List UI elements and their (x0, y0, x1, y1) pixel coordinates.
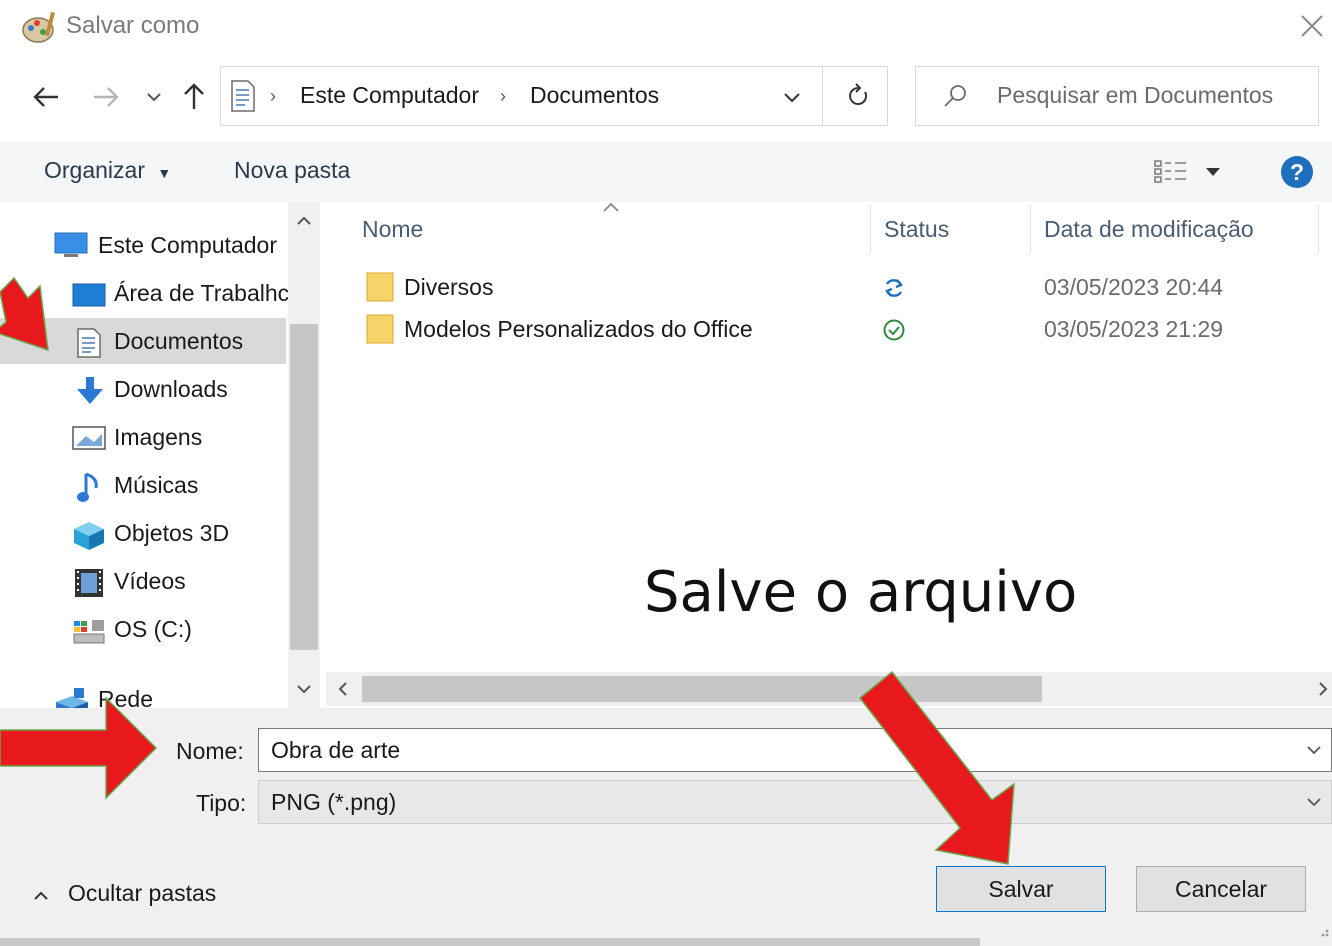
column-divider (1318, 204, 1319, 254)
title-bar (0, 0, 1332, 56)
view-options-icon[interactable] (1154, 158, 1188, 186)
objects-3d-icon (72, 520, 104, 550)
synced-check-icon (882, 318, 906, 342)
sidebar-item-objetos-3d[interactable]: Objetos 3D (0, 510, 286, 556)
pictures-icon (72, 424, 106, 452)
computer-icon (54, 232, 88, 260)
file-date: 03/05/2023 21:29 (1044, 316, 1224, 342)
recent-locations-chevron-icon[interactable] (142, 85, 166, 109)
filetype-value: PNG (*.png) (271, 789, 397, 815)
sidebar-item-label: Músicas (114, 472, 199, 498)
sidebar-item-label: Área de Trabalhc (114, 280, 290, 306)
caret-down-icon: ▼ (157, 165, 172, 181)
window-bottom-edge (0, 938, 980, 946)
sidebar-item-label: OS (C:) (114, 616, 192, 642)
scroll-down-chevron-icon[interactable] (292, 680, 316, 700)
hide-folders-button[interactable]: Ocultar pastas (68, 880, 216, 907)
address-dropdown-chevron-icon[interactable] (780, 85, 804, 109)
name-label: Nome: (176, 738, 244, 764)
paint-app-icon (22, 10, 58, 44)
sidebar-item-label: Este Computador (98, 232, 277, 258)
view-options-caret-icon[interactable] (1204, 164, 1222, 180)
filetype-chevron-icon[interactable] (1303, 791, 1325, 813)
refresh-icon[interactable] (844, 82, 872, 110)
documents-icon (230, 80, 256, 112)
filename-input[interactable]: Obra de arte (258, 728, 1332, 772)
organize-label: Organizar (44, 157, 145, 183)
sidebar-item-label: Objetos 3D (114, 520, 230, 546)
column-divider (870, 204, 871, 254)
tutorial-annotation-text: Salve o arquivo (644, 560, 1078, 625)
folder-icon (366, 314, 394, 344)
desktop-icon (72, 280, 106, 308)
sidebar-item-este-computador[interactable]: Este Computador (0, 222, 286, 268)
drive-icon (72, 616, 105, 644)
breadcrumb-separator-icon: › (270, 86, 276, 106)
search-icon (940, 81, 970, 111)
folder-icon (366, 272, 394, 302)
column-header-data-modificacao[interactable]: Data de modificação (1044, 216, 1254, 243)
column-header-status[interactable]: Status (884, 216, 949, 243)
address-divider (822, 66, 823, 126)
filename-value: Obra de arte (271, 737, 401, 763)
breadcrumb-documentos[interactable]: Documentos (530, 82, 659, 109)
search-input[interactable]: Pesquisar em Documentos (997, 82, 1273, 109)
scroll-left-chevron-icon[interactable] (332, 678, 354, 700)
sidebar-scrollbar-thumb[interactable] (290, 324, 318, 650)
resize-grip-icon[interactable] (1314, 922, 1330, 938)
sidebar-item-label: Documentos (114, 328, 244, 354)
sidebar-item-downloads[interactable]: Downloads (0, 366, 286, 412)
red-arrow-nome-icon (0, 696, 160, 800)
command-bar (0, 142, 1332, 202)
sync-icon (882, 276, 906, 300)
cancel-button[interactable]: Cancelar (1136, 866, 1306, 912)
documents-icon (76, 328, 108, 358)
filetype-select[interactable]: PNG (*.png) (258, 780, 1332, 824)
music-icon (76, 472, 108, 502)
sidebar-item-label: Imagens (114, 424, 203, 450)
sidebar-item-videos[interactable]: Vídeos (0, 558, 286, 604)
organize-button[interactable]: Organizar ▼ (44, 157, 171, 184)
forward-arrow-icon[interactable] (86, 77, 126, 117)
column-divider (1030, 204, 1031, 254)
sidebar-item-label: Vídeos (114, 568, 186, 594)
breadcrumb-este-computador[interactable]: Este Computador (300, 82, 479, 109)
red-arrow-documentos-icon (0, 270, 60, 360)
sidebar-item-os-c[interactable]: OS (C:) (0, 606, 286, 652)
scroll-up-chevron-icon[interactable] (292, 210, 316, 230)
up-arrow-icon[interactable] (174, 77, 214, 117)
close-icon[interactable] (1296, 10, 1328, 42)
file-date: 03/05/2023 20:44 (1044, 274, 1224, 300)
sidebar-item-musicas[interactable]: Músicas (0, 462, 286, 508)
column-header-nome[interactable]: Nome (362, 216, 423, 243)
file-name[interactable]: Modelos Personalizados do Office (404, 316, 753, 343)
videos-icon (74, 568, 106, 597)
sidebar-item-label: Downloads (114, 376, 228, 402)
breadcrumb-separator-icon: › (500, 86, 506, 106)
downloads-icon (74, 376, 106, 404)
collapse-chevron-icon[interactable] (30, 886, 52, 906)
back-arrow-icon[interactable] (28, 77, 68, 117)
window-title: Salvar como (66, 12, 200, 39)
file-name[interactable]: Diversos (404, 274, 493, 301)
help-icon[interactable]: ? (1280, 155, 1314, 189)
svg-text:?: ? (1290, 159, 1304, 185)
scroll-right-chevron-icon[interactable] (1314, 678, 1332, 700)
sidebar-item-imagens[interactable]: Imagens (0, 414, 286, 460)
new-folder-button[interactable]: Nova pasta (234, 157, 350, 184)
sort-ascending-icon (600, 200, 622, 214)
type-label: Tipo: (196, 790, 247, 816)
save-button[interactable]: Salvar (936, 866, 1106, 912)
filename-history-chevron-icon[interactable] (1303, 739, 1325, 761)
red-arrow-salvar-icon (856, 668, 1032, 868)
